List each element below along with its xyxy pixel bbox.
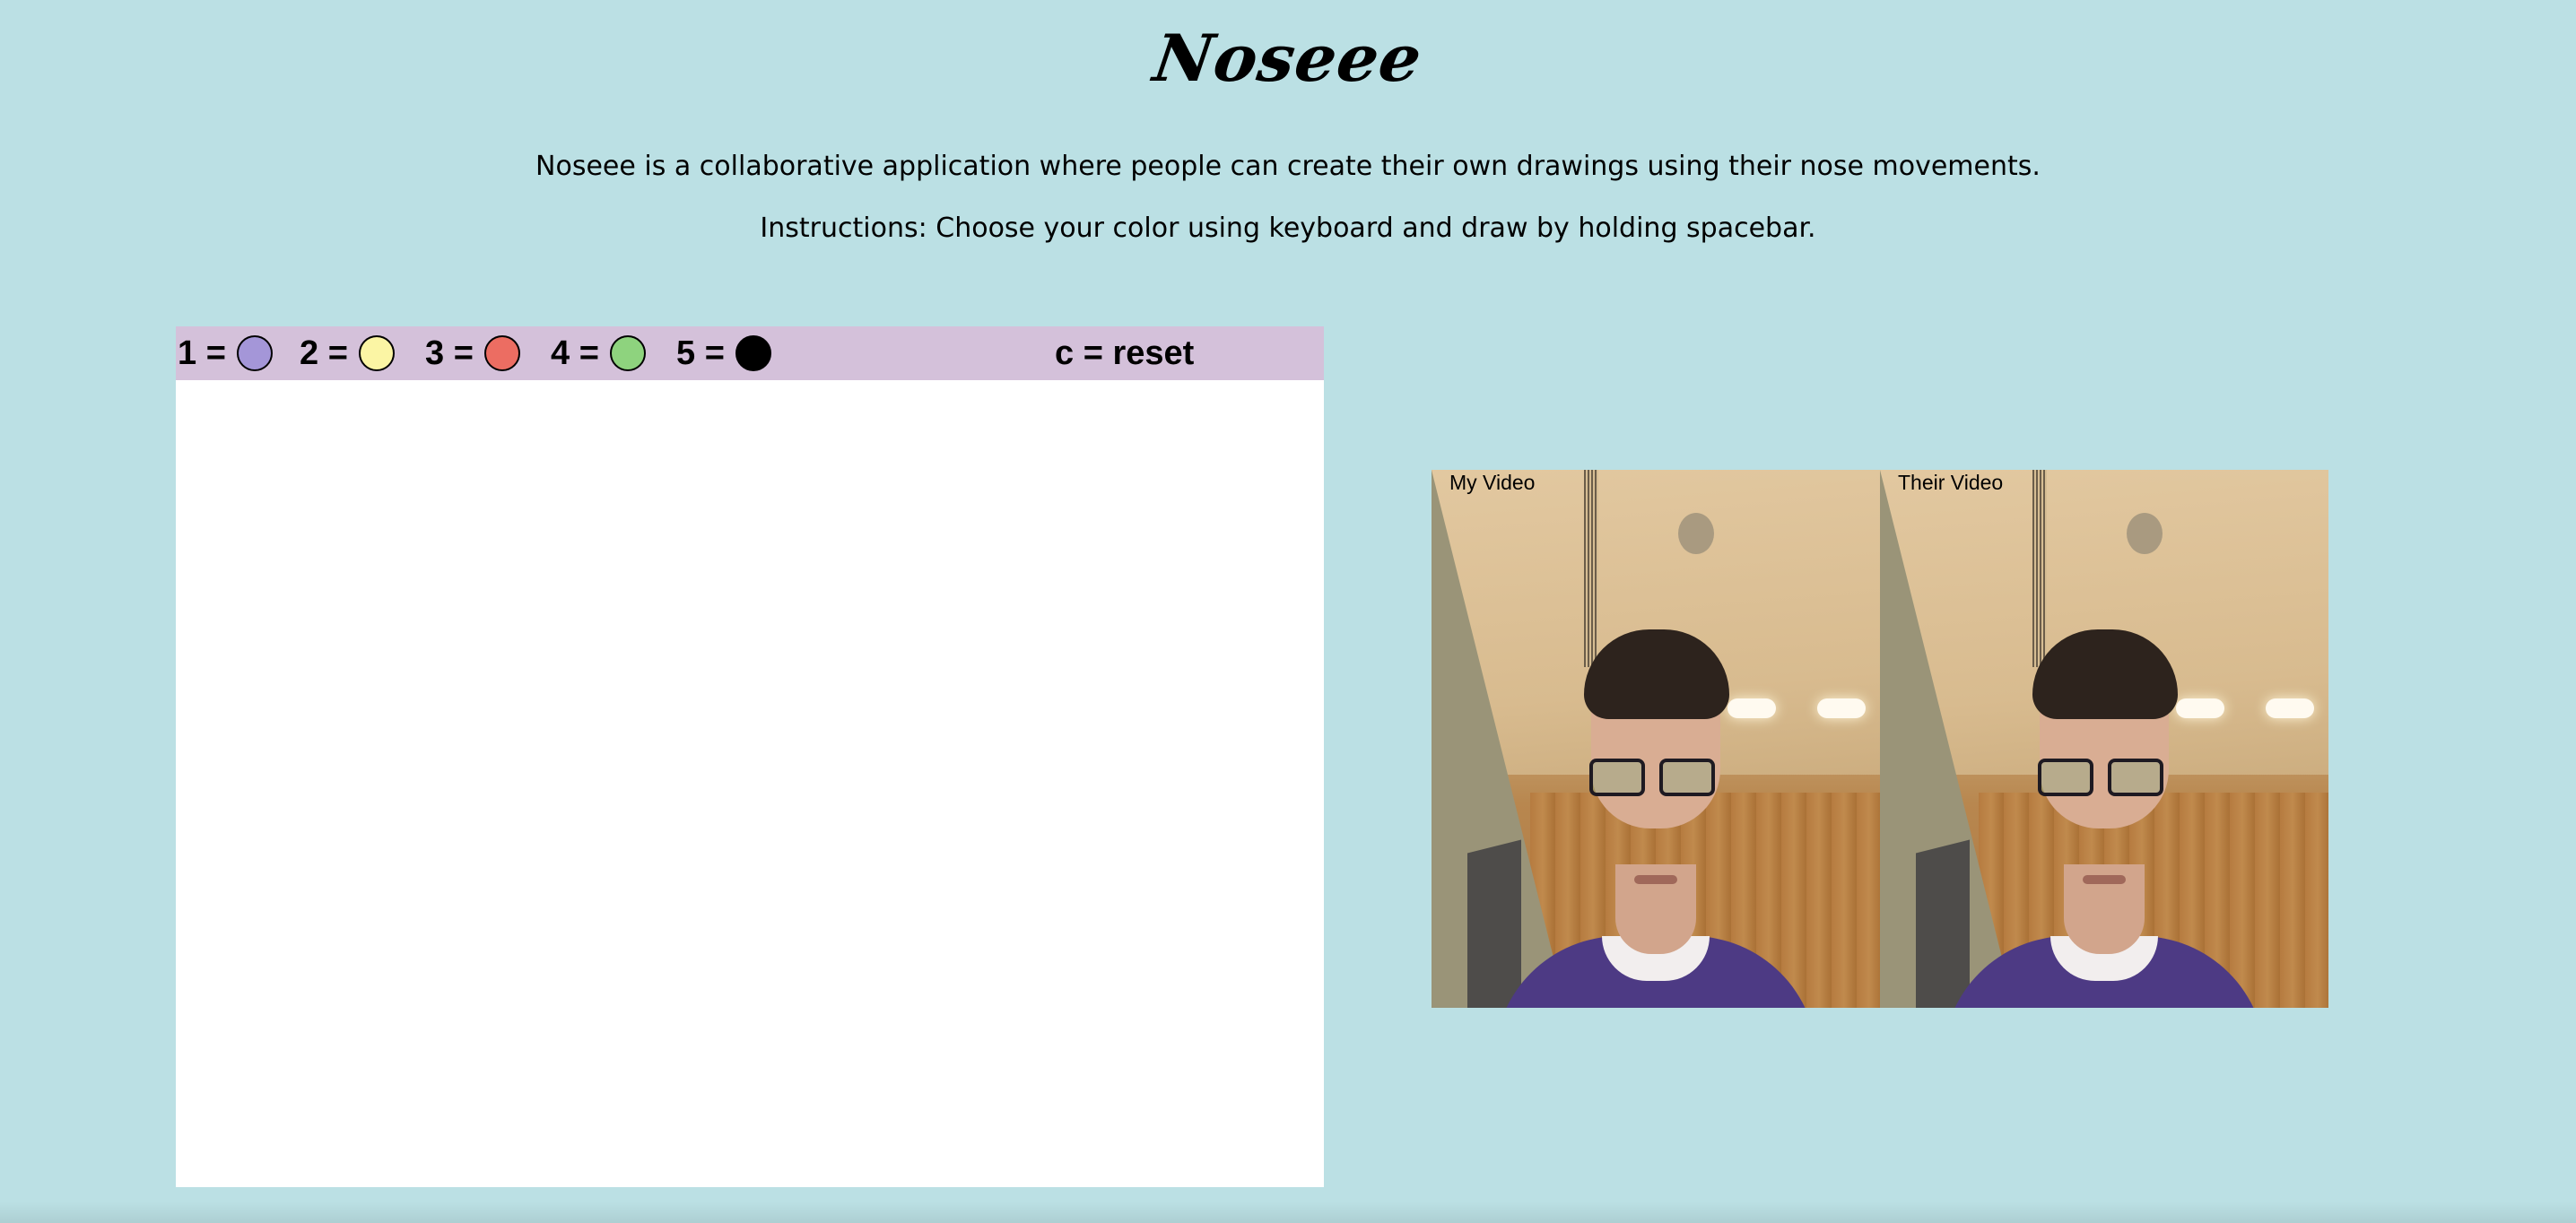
video-speaker [1678,513,1714,554]
video-speaker [2127,513,2163,554]
video-light [1727,698,1776,718]
yellow-swatch [358,335,395,371]
green-swatch [609,335,646,371]
video-light [2266,698,2314,718]
video-light [2176,698,2224,718]
video-person-mouth [2083,875,2126,884]
red-swatch [483,335,520,371]
video-person-glasses [1589,759,1720,798]
color-key-1[interactable]: 1 = [178,333,273,374]
video-door [1467,839,1521,1008]
reset-button[interactable]: c = reset [1055,333,1194,374]
color-key-label: 2 = [300,334,348,372]
color-key-label: 5 = [676,334,725,372]
video-vent [2032,470,2047,667]
page-title: Noseee [1149,20,1427,96]
video-light [1817,698,1866,718]
purple-swatch [236,335,273,371]
app-description: Noseee is a collaborative application wh… [535,151,2041,182]
their-video: Their Video [1880,470,2328,1008]
my-video: My Video [1432,470,1880,1008]
bottom-shadow [0,1201,2576,1223]
app-instructions: Instructions: Choose your color using ke… [760,213,1816,244]
color-key-3[interactable]: 3 = [425,333,520,374]
color-key-label: 3 = [425,334,474,372]
black-swatch [735,335,771,371]
color-key-label: 1 = [178,334,226,372]
color-toolbar: 1 = 2 = 3 = 4 = 5 = c = reset [176,326,1324,380]
color-key-label: 4 = [551,334,599,372]
video-person-mouth [1634,875,1677,884]
video-person-glasses [2038,759,2169,798]
video-vent [1584,470,1598,667]
color-key-2[interactable]: 2 = [300,333,395,374]
drawing-canvas[interactable] [176,380,1324,1187]
my-video-label: My Video [1449,471,1536,494]
color-key-5[interactable]: 5 = [676,333,771,374]
video-door [1916,839,1970,1008]
their-video-label: Their Video [1898,471,2004,494]
drawing-board: 1 = 2 = 3 = 4 = 5 = c = reset [176,326,1324,1187]
color-key-4[interactable]: 4 = [551,333,646,374]
